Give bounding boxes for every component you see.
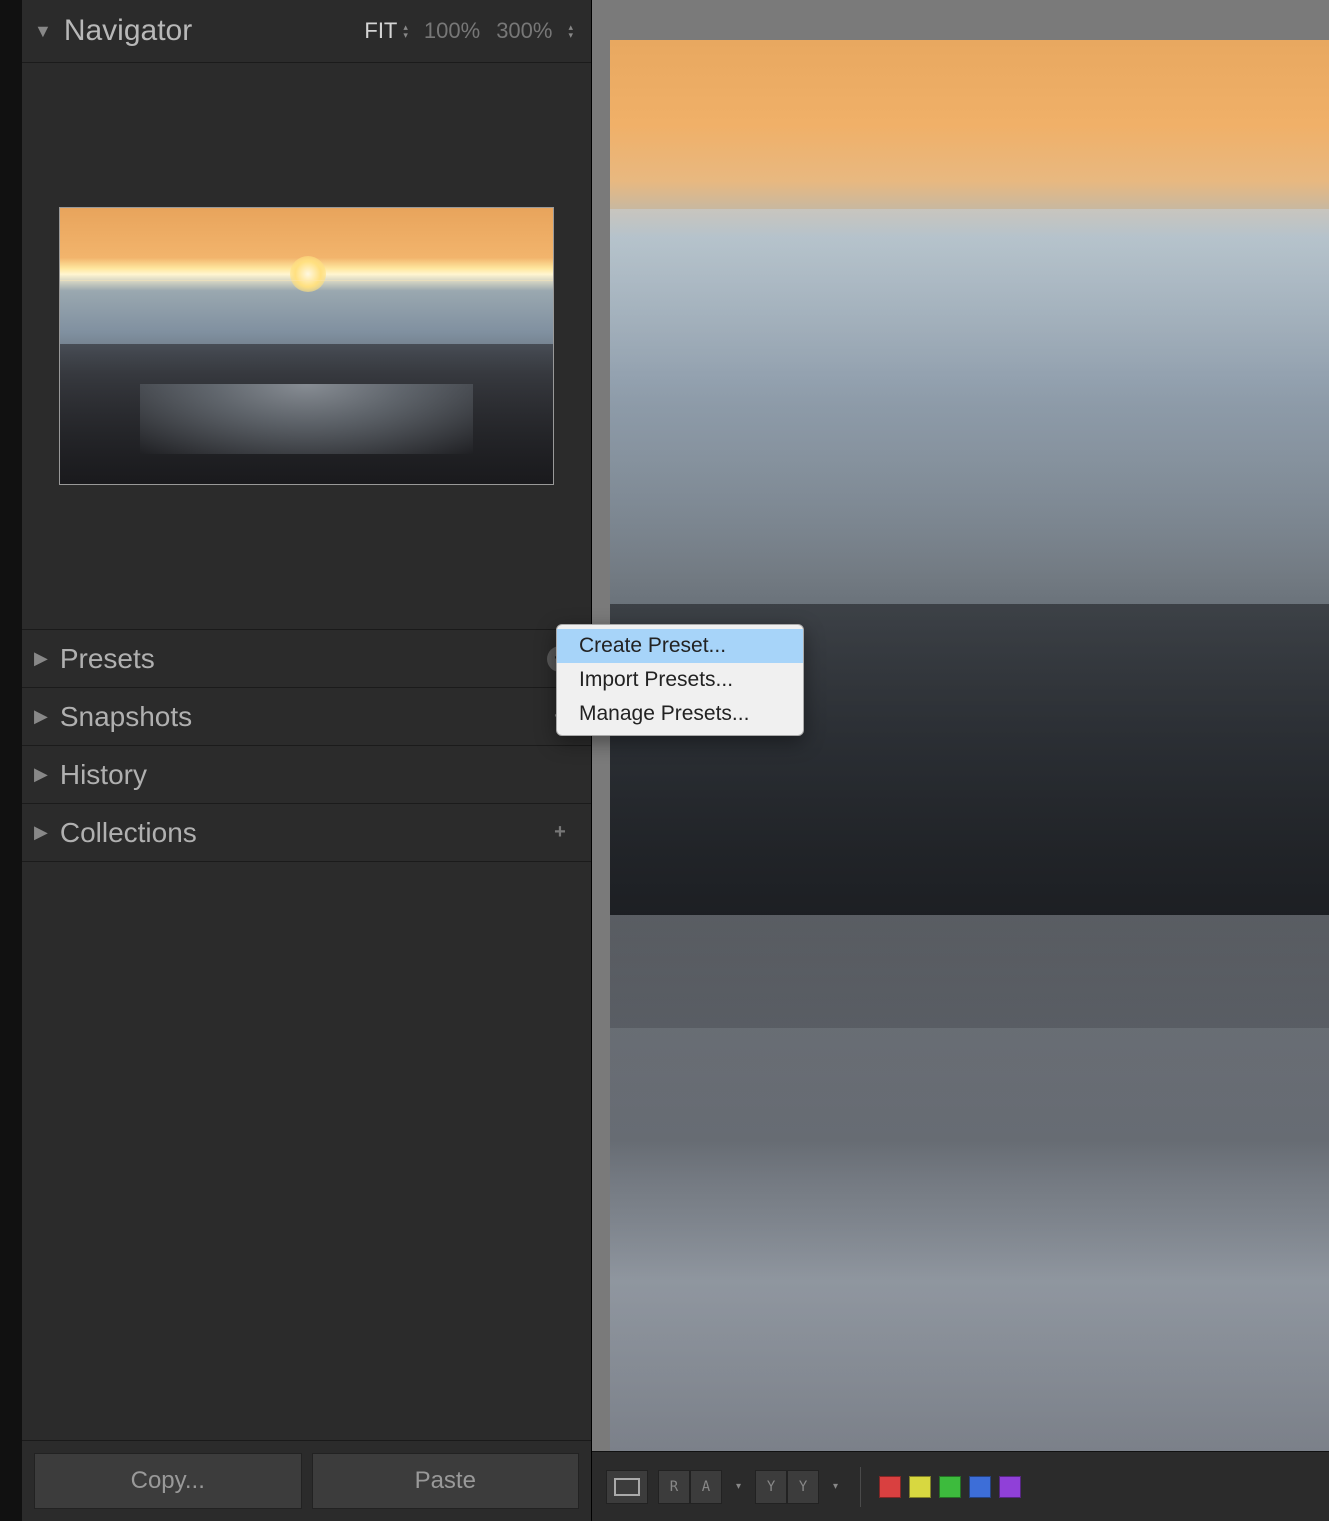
- left-edge-strip[interactable]: [0, 0, 22, 1521]
- expand-icon: ▶: [34, 648, 48, 669]
- preset-dropdown-menu: Create Preset... Import Presets... Manag…: [556, 624, 804, 736]
- expand-icon: ▶: [34, 822, 48, 843]
- color-label-red[interactable]: [879, 1476, 901, 1498]
- before-after-group: Y Y: [755, 1470, 819, 1504]
- expand-icon: ▶: [34, 706, 48, 727]
- compare-menu-icon[interactable]: ▾: [732, 1481, 745, 1492]
- preview-thumbnail[interactable]: [59, 207, 554, 485]
- toolbar-divider: [860, 1467, 861, 1507]
- collections-label: Collections: [60, 817, 547, 849]
- menu-manage-presets[interactable]: Manage Presets...: [557, 697, 803, 731]
- add-collection-button[interactable]: +: [547, 820, 573, 846]
- main-canvas: R A ▾ Y Y ▾: [592, 0, 1329, 1521]
- color-label-green[interactable]: [939, 1476, 961, 1498]
- history-panel-header[interactable]: ▶ History: [22, 746, 591, 804]
- presets-label: Presets: [60, 643, 547, 675]
- before-after-y2-button[interactable]: Y: [787, 1470, 819, 1504]
- zoom-300[interactable]: 300%: [496, 18, 552, 44]
- color-label-chips: [879, 1476, 1021, 1498]
- compare-r-button[interactable]: R: [658, 1470, 690, 1504]
- history-label: History: [60, 759, 573, 791]
- zoom-controls: FIT ▴▾ 100% 300% ▴▾: [364, 18, 573, 44]
- color-label-purple[interactable]: [999, 1476, 1021, 1498]
- zoom-100[interactable]: 100%: [424, 18, 480, 44]
- presets-panel-header[interactable]: ▶ Presets +: [22, 630, 591, 688]
- color-label-yellow[interactable]: [909, 1476, 931, 1498]
- toolbar-bottom: R A ▾ Y Y ▾: [592, 1451, 1329, 1521]
- collections-panel-header[interactable]: ▶ Collections +: [22, 804, 591, 862]
- zoom-fit[interactable]: FIT ▴▾: [364, 18, 408, 44]
- snapshots-panel-header[interactable]: ▶ Snapshots +: [22, 688, 591, 746]
- loupe-view-button[interactable]: [606, 1470, 648, 1504]
- main-image[interactable]: [610, 40, 1329, 1451]
- navigator-preview[interactable]: [22, 63, 591, 630]
- zoom-more-icon[interactable]: ▴▾: [568, 23, 573, 39]
- expand-icon: ▶: [34, 764, 48, 785]
- before-after-y1-button[interactable]: Y: [755, 1470, 787, 1504]
- compare-a-button[interactable]: A: [690, 1470, 722, 1504]
- before-after-menu-icon[interactable]: ▾: [829, 1481, 842, 1492]
- paste-button[interactable]: Paste: [312, 1453, 580, 1509]
- navigator-collapse-icon[interactable]: ▼: [34, 21, 52, 42]
- menu-import-presets[interactable]: Import Presets...: [557, 663, 803, 697]
- menu-create-preset[interactable]: Create Preset...: [557, 629, 803, 663]
- compare-view-group: R A: [658, 1470, 722, 1504]
- navigator-header: ▼ Navigator FIT ▴▾ 100% 300% ▴▾: [22, 0, 591, 63]
- snapshots-label: Snapshots: [60, 701, 547, 733]
- copy-button[interactable]: Copy...: [34, 1453, 302, 1509]
- navigator-title: Navigator: [64, 14, 365, 48]
- bottom-buttons: Copy... Paste: [22, 1440, 591, 1521]
- color-label-blue[interactable]: [969, 1476, 991, 1498]
- left-panel: ▼ Navigator FIT ▴▾ 100% 300% ▴▾ ▶: [22, 0, 592, 1521]
